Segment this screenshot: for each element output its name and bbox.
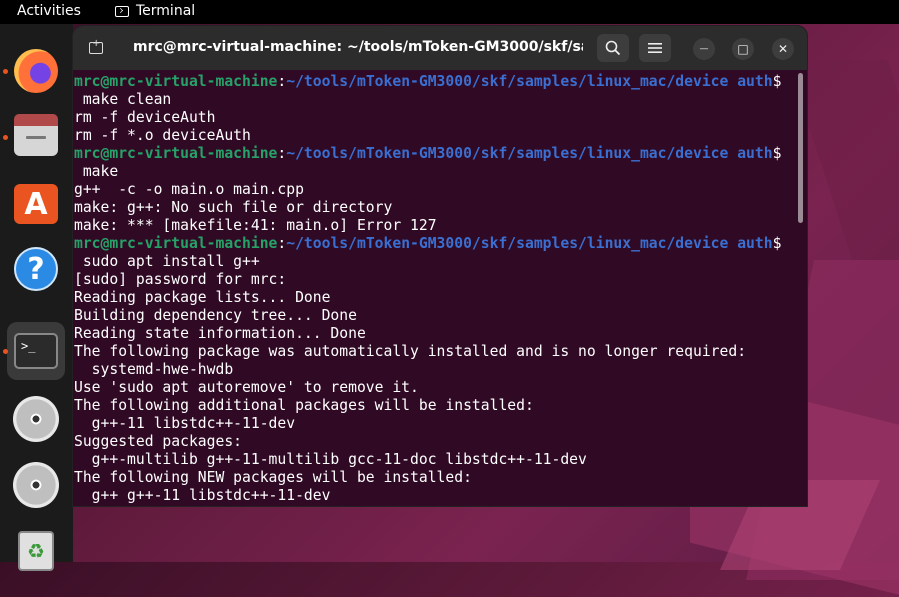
maximize-button[interactable]: □ <box>732 38 754 60</box>
dock-item-terminal[interactable]: >_ <box>7 322 65 380</box>
dock-item-files[interactable] <box>7 108 65 166</box>
new-tab-button[interactable] <box>81 34 111 62</box>
dock-item-help[interactable]: ? <box>7 240 65 298</box>
dock-item-disc-1[interactable] <box>7 390 65 448</box>
output-line: Suggested packages: <box>74 433 243 450</box>
prompt-separator: : <box>277 145 287 162</box>
prompt-path: ~/tools/mToken-GM3000/skf/samples/linux_… <box>286 235 773 252</box>
activities-button[interactable]: Activities <box>17 3 81 19</box>
prompt-path: ~/tools/mToken-GM3000/skf/samples/linux_… <box>286 145 773 162</box>
dock: A ? >_ ♻ <box>0 24 73 571</box>
prompt-line: mrc@mrc-virtual-machine:~/tools/mToken-G… <box>74 235 781 253</box>
output-line: rm -f *.o deviceAuth <box>74 127 251 144</box>
terminal-window: mrc@mrc-virtual-machine: ~/tools/mToken-… <box>73 26 807 506</box>
maximize-icon: □ <box>737 42 749 56</box>
output-line: The following additional packages will b… <box>74 397 534 414</box>
prompt-symbol: $ <box>772 235 782 252</box>
dock-item-app-center[interactable]: A <box>7 175 65 233</box>
output-line: g++-11 libstdc++-11-dev <box>74 415 296 432</box>
running-indicator <box>3 135 8 140</box>
new-tab-icon <box>89 38 103 54</box>
disc-icon <box>13 462 59 508</box>
search-icon <box>605 40 621 56</box>
output-line: sudo apt install g++ <box>74 253 260 270</box>
app-menu-label: Terminal <box>136 3 196 19</box>
output-line: The following NEW packages will be insta… <box>74 469 472 486</box>
output-line: make <box>74 163 119 180</box>
prompt-symbol: $ <box>772 145 782 162</box>
dock-item-trash[interactable]: ♻ <box>7 522 65 580</box>
terminal-app-icon <box>115 5 129 17</box>
files-icon <box>14 114 58 156</box>
output-line: rm -f deviceAuth <box>74 109 216 126</box>
output-line: make clean <box>74 91 172 108</box>
output-line: The following package was automatically … <box>74 343 747 360</box>
output-line: systemd-hwe-hwdb <box>74 361 234 378</box>
top-bar: Activities Terminal <box>0 0 899 24</box>
prompt-symbol: $ <box>772 73 782 90</box>
hamburger-icon <box>648 43 662 53</box>
output-line: Use 'sudo apt autoremove' to remove it. <box>74 379 419 396</box>
dock-item-firefox[interactable] <box>7 42 65 100</box>
prompt-path: ~/tools/mToken-GM3000/skf/samples/linux_… <box>286 73 773 90</box>
disc-icon <box>13 396 59 442</box>
terminal-icon: >_ <box>14 333 58 369</box>
scrollbar[interactable] <box>798 73 803 223</box>
menu-button[interactable] <box>639 34 671 62</box>
output-line: g++ -c -o main.o main.cpp <box>74 181 304 198</box>
search-button[interactable] <box>597 34 629 62</box>
output-line: Reading state information... Done <box>74 325 366 342</box>
output-line: Building dependency tree... Done <box>74 307 357 324</box>
prompt-line: mrc@mrc-virtual-machine:~/tools/mToken-G… <box>74 73 781 91</box>
minimize-button[interactable]: — <box>693 38 715 60</box>
close-button[interactable]: ✕ <box>772 38 794 60</box>
output-line: make: *** [makefile:41: main.o] Error 12… <box>74 217 437 234</box>
dock-item-disc-2[interactable] <box>7 456 65 514</box>
output-line: g++ g++-11 libstdc++-11-dev <box>74 487 331 504</box>
terminal-output[interactable]: mrc@mrc-virtual-machine:~/tools/mToken-G… <box>73 73 793 506</box>
prompt-separator: : <box>277 73 287 90</box>
firefox-icon <box>14 49 58 93</box>
output-line: make: g++: No such file or directory <box>74 199 393 216</box>
running-indicator <box>3 349 8 354</box>
trash-icon: ♻ <box>18 531 54 571</box>
prompt-user: mrc@mrc-virtual-machine <box>74 145 278 162</box>
window-title: mrc@mrc-virtual-machine: ~/tools/mToken-… <box>133 39 583 55</box>
help-icon: ? <box>14 247 58 291</box>
running-indicator <box>3 69 8 74</box>
output-line: Reading package lists... Done <box>74 289 331 306</box>
close-icon: ✕ <box>777 42 789 56</box>
output-line: g++-multilib g++-11-multilib gcc-11-doc … <box>74 451 587 468</box>
prompt-separator: : <box>277 235 287 252</box>
prompt-line: mrc@mrc-virtual-machine:~/tools/mToken-G… <box>74 145 781 163</box>
app-menu[interactable]: Terminal <box>115 3 195 19</box>
minimize-icon: — <box>699 44 709 54</box>
store-icon: A <box>14 184 58 224</box>
prompt-user: mrc@mrc-virtual-machine <box>74 235 278 252</box>
output-line: [sudo] password for mrc: <box>74 271 287 288</box>
prompt-user: mrc@mrc-virtual-machine <box>74 73 278 90</box>
title-bar[interactable]: mrc@mrc-virtual-machine: ~/tools/mToken-… <box>73 26 807 70</box>
